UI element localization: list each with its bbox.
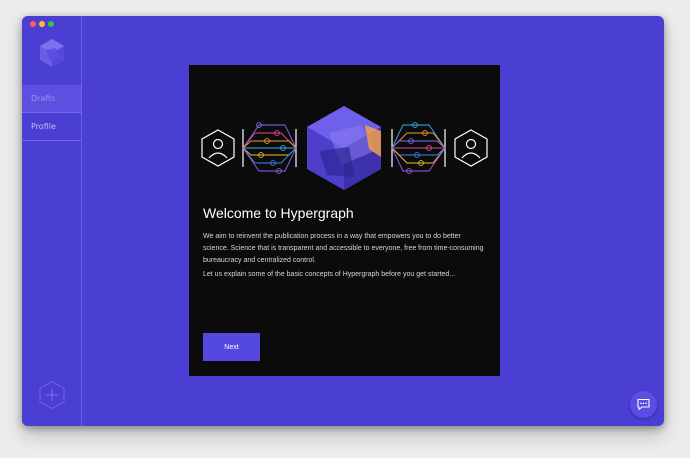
chat-button[interactable] [630, 391, 657, 418]
intro-paragraph: We aim to reinvent the publication proce… [203, 233, 484, 264]
maximize-window-button[interactable] [48, 21, 54, 27]
hypergraph-logo-icon [40, 39, 64, 67]
minimize-window-button[interactable] [39, 21, 45, 27]
close-window-button[interactable] [30, 21, 36, 27]
sidebar-item-profile[interactable]: Profile [22, 113, 81, 141]
welcome-illustration [201, 106, 488, 190]
welcome-dialog: Welcome to Hypergraph We aim to reinvent… [189, 65, 500, 376]
next-button[interactable]: Next [203, 333, 260, 361]
chat-bubble-icon [637, 398, 650, 411]
user-hexagon-icon [201, 129, 235, 167]
app-window: Drafts Profile Welcome to Hypergraph We … [22, 16, 664, 426]
add-button[interactable] [38, 380, 66, 410]
hypergraph-cube-icon [307, 106, 381, 190]
network-graph-icon [242, 122, 297, 174]
welcome-title: Welcome to Hypergraph [203, 205, 354, 221]
window-controls [30, 21, 54, 27]
sidebar-item-drafts[interactable]: Drafts [22, 85, 81, 113]
sidebar: Drafts Profile [22, 16, 82, 426]
concepts-paragraph: Let us explain some of the basic concept… [203, 271, 456, 278]
user-hexagon-icon [454, 129, 488, 167]
network-graph-icon [391, 122, 446, 174]
